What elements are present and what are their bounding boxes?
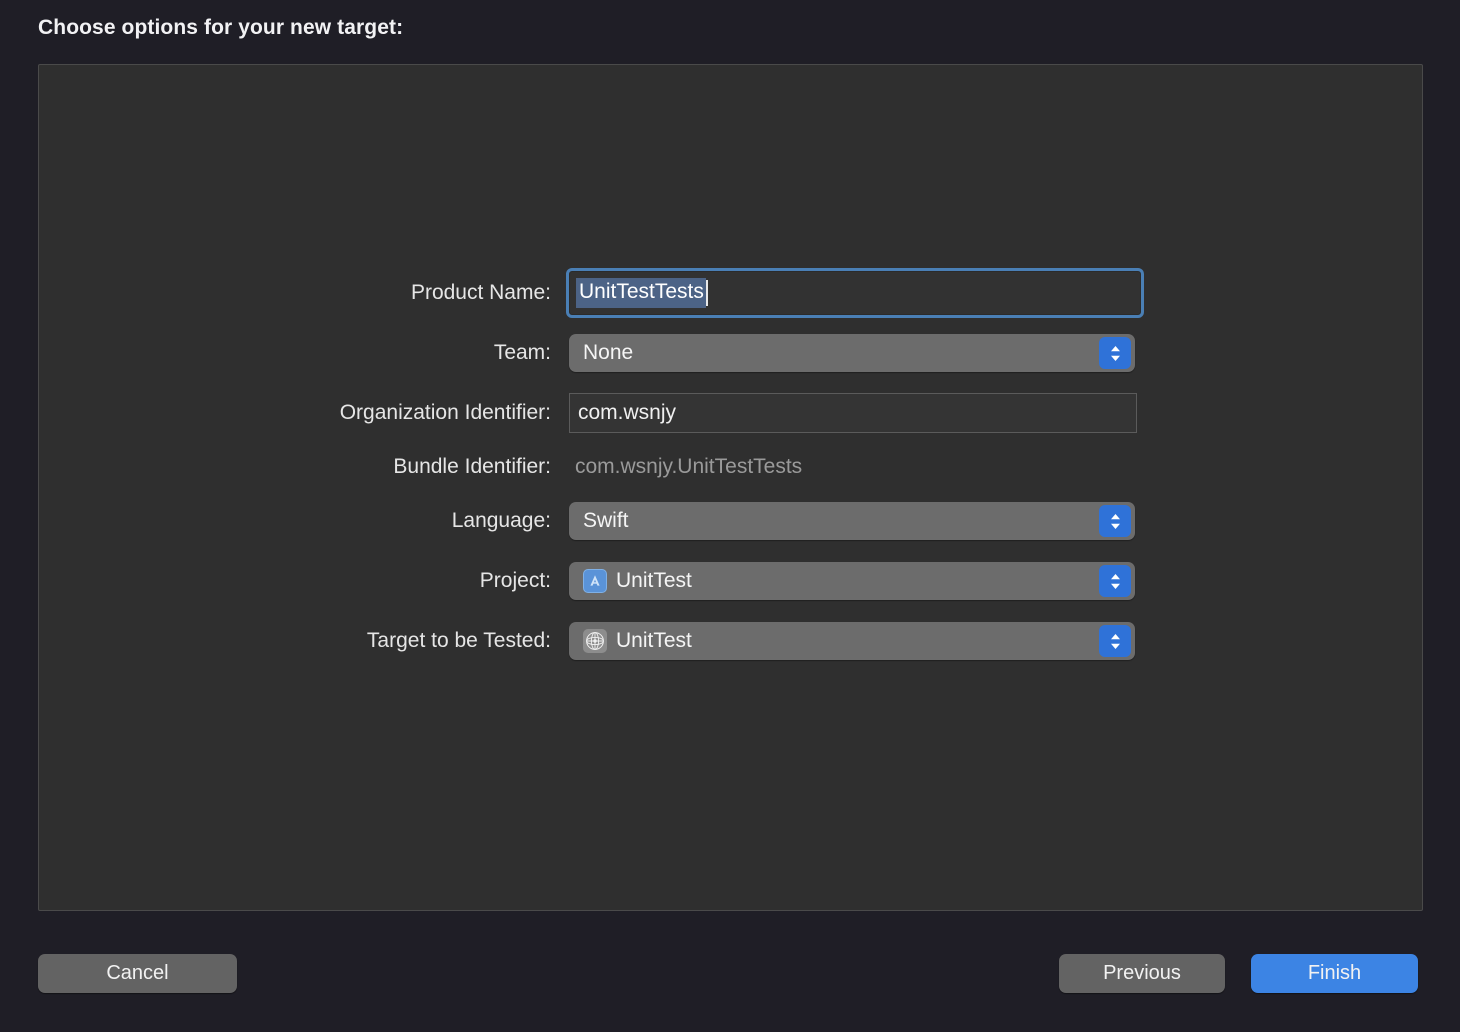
product-name-value: UnitTestTests: [576, 278, 706, 308]
xcode-target-icon: [583, 629, 607, 653]
field-row-organization-identifier: Organization Identifier: com.wsnjy: [39, 391, 1422, 435]
target-to-be-tested-select[interactable]: UnitTest: [569, 622, 1135, 660]
project-select[interactable]: UnitTest: [569, 562, 1135, 600]
language-control[interactable]: Swift: [569, 502, 1135, 540]
chevron-up-down-icon[interactable]: [1099, 565, 1131, 597]
chevron-up-down-icon[interactable]: [1099, 337, 1131, 369]
bundle-identifier-control: com.wsnjy.UnitTestTests: [569, 447, 802, 487]
bundle-identifier-label: Bundle Identifier:: [393, 455, 551, 478]
organization-identifier-control[interactable]: com.wsnjy: [569, 393, 1137, 433]
options-panel: Product Name: UnitTestTests Team: None O…: [38, 64, 1423, 911]
field-row-bundle-identifier: Bundle Identifier: com.wsnjy.UnitTestTes…: [39, 445, 1422, 489]
field-row-target-to-be-tested: Target to be Tested: UnitTest: [39, 619, 1422, 663]
target-to-be-tested-control[interactable]: UnitTest: [569, 622, 1135, 660]
team-label: Team:: [493, 341, 551, 364]
xcode-project-icon: [583, 569, 607, 593]
target-to-be-tested-value: UnitTest: [616, 629, 692, 652]
product-name-label: Product Name:: [410, 281, 551, 304]
new-target-options-dialog: Choose options for your new target: Prod…: [0, 0, 1460, 1032]
product-name-input[interactable]: UnitTestTests: [566, 268, 1144, 318]
field-row-language: Language: Swift: [39, 499, 1422, 543]
previous-button[interactable]: Previous: [1059, 954, 1225, 993]
cancel-button[interactable]: Cancel: [38, 954, 237, 993]
project-value: UnitTest: [616, 569, 692, 592]
team-control[interactable]: None: [569, 334, 1135, 372]
target-to-be-tested-label: Target to be Tested:: [366, 629, 551, 652]
team-select[interactable]: None: [569, 334, 1135, 372]
organization-identifier-input[interactable]: com.wsnjy: [569, 393, 1137, 433]
bundle-identifier-value: com.wsnjy.UnitTestTests: [575, 455, 803, 478]
organization-identifier-label: Organization Identifier:: [339, 401, 551, 424]
chevron-up-down-icon[interactable]: [1099, 625, 1131, 657]
field-row-product-name: Product Name: UnitTestTests: [39, 268, 1422, 318]
finish-button[interactable]: Finish: [1251, 954, 1418, 993]
target-options-form: Product Name: UnitTestTests Team: None O…: [39, 268, 1422, 679]
language-select[interactable]: Swift: [569, 502, 1135, 540]
organization-identifier-value: com.wsnjy: [578, 401, 677, 424]
field-row-team: Team: None: [39, 331, 1422, 375]
field-row-project: Project: UnitTest: [39, 559, 1422, 603]
page-title: Choose options for your new target:: [38, 16, 404, 39]
project-control[interactable]: UnitTest: [569, 562, 1135, 600]
product-name-control[interactable]: UnitTestTests: [566, 268, 1144, 318]
chevron-up-down-icon[interactable]: [1099, 505, 1131, 537]
language-value: Swift: [583, 509, 629, 532]
text-caret: [705, 280, 708, 306]
team-value: None: [583, 341, 634, 364]
language-label: Language:: [451, 509, 551, 532]
project-label: Project:: [479, 569, 551, 592]
